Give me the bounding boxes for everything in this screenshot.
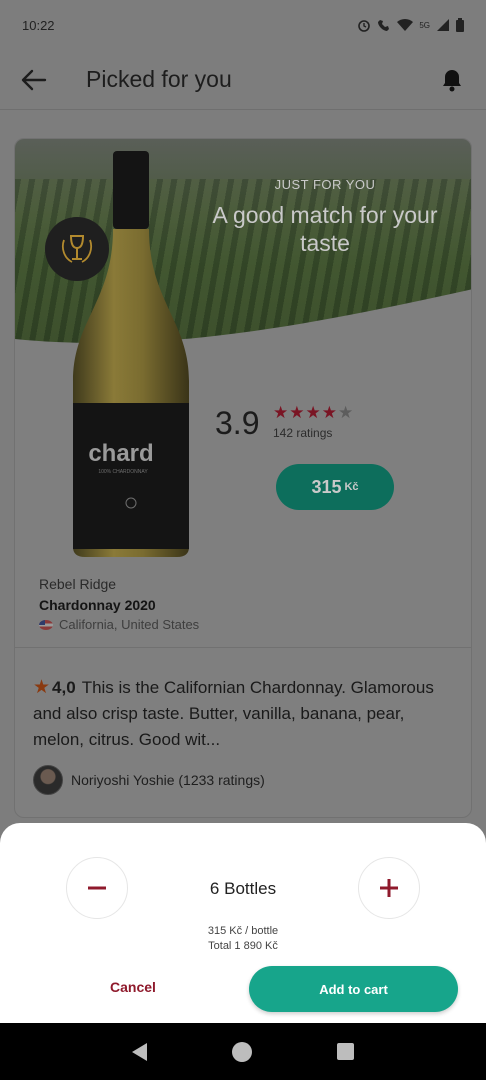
bottle-label-sub: 100% CHARDONNAY [98,469,148,475]
status-bar: 10:22 5G [0,0,486,50]
star-empty-icon: ★ [338,403,355,422]
status-icons: 5G [357,18,464,32]
quantity-sheet: 6 Bottles 315 Kč / bottle Total 1 890 Kč… [0,823,486,1023]
bottle-label-name: chard [88,440,153,467]
plus-icon [380,879,398,897]
status-time: 10:22 [22,17,55,33]
avatar [33,765,63,795]
page-title: Picked for you [86,66,232,92]
star-icon: ★ [33,677,51,698]
price-currency: Kč [344,481,359,493]
nav-home-icon[interactable] [231,1041,252,1062]
rating-stars: ★★★★★ [273,403,354,423]
reviewer-name: Noriyoshi Yoshie (1233 ratings) [71,772,265,788]
region-label: California, United States [59,617,200,632]
wine-region: California, United States [39,617,199,632]
minus-icon [88,886,106,890]
price-button[interactable]: 315 Kč [276,464,394,510]
hero-headline: A good match for your taste [212,202,438,256]
price-amount: 315 [311,476,342,497]
wine-bottle-image: chard 100% CHARDONNAY [73,151,189,557]
app-bar: Picked for you [0,50,486,110]
us-flag-icon [39,619,53,630]
wifi-icon [397,18,414,31]
cancel-button[interactable]: Cancel [88,979,178,995]
wine-name: Chardonnay 2020 [39,597,156,613]
average-rating: 3.9 [215,405,260,441]
rating-count: 142 ratings [273,426,333,440]
quantity-label: 6 Bottles [209,879,277,898]
increase-quantity-button[interactable] [358,857,420,919]
notifications-button[interactable] [436,64,468,96]
star-filled-icon: ★ [321,403,338,422]
star-filled-icon: ★ [289,403,306,422]
nav-back-icon[interactable] [132,1042,148,1061]
add-to-cart-button[interactable]: Add to cart [249,966,458,1012]
battery-icon [456,18,464,32]
review-text: ★ 4,0 This is the Californian Chardonnay. … [33,675,453,753]
wine-card[interactable]: JUST FOR YOU A good match for your taste… [14,138,472,818]
winery-name: Rebel Ridge [39,576,117,592]
review-score: 4,0 [52,678,76,697]
reviewer[interactable]: Noriyoshi Yoshie (1233 ratings) [33,765,265,795]
review-body: This is the Californian Chardonnay. Glam… [33,678,434,749]
back-button[interactable] [18,64,50,96]
unit-price: 315 Kč / bottle [207,925,279,937]
nav-recents-icon[interactable] [336,1043,354,1060]
star-filled-icon: ★ [305,403,322,422]
system-nav-bar [0,1023,486,1080]
arrow-left-icon [21,69,47,90]
star-filled-icon: ★ [273,403,290,422]
call-icon [378,20,390,31]
decrease-quantity-button[interactable] [66,857,128,919]
alarm-icon [358,20,371,32]
signal-icon [437,19,449,31]
total-price: Total 1 890 Kč [208,940,278,952]
network-type: 5G [419,20,430,30]
divider [15,647,471,648]
bell-icon [443,69,461,91]
hero-kicker: JUST FOR YOU [274,177,376,192]
